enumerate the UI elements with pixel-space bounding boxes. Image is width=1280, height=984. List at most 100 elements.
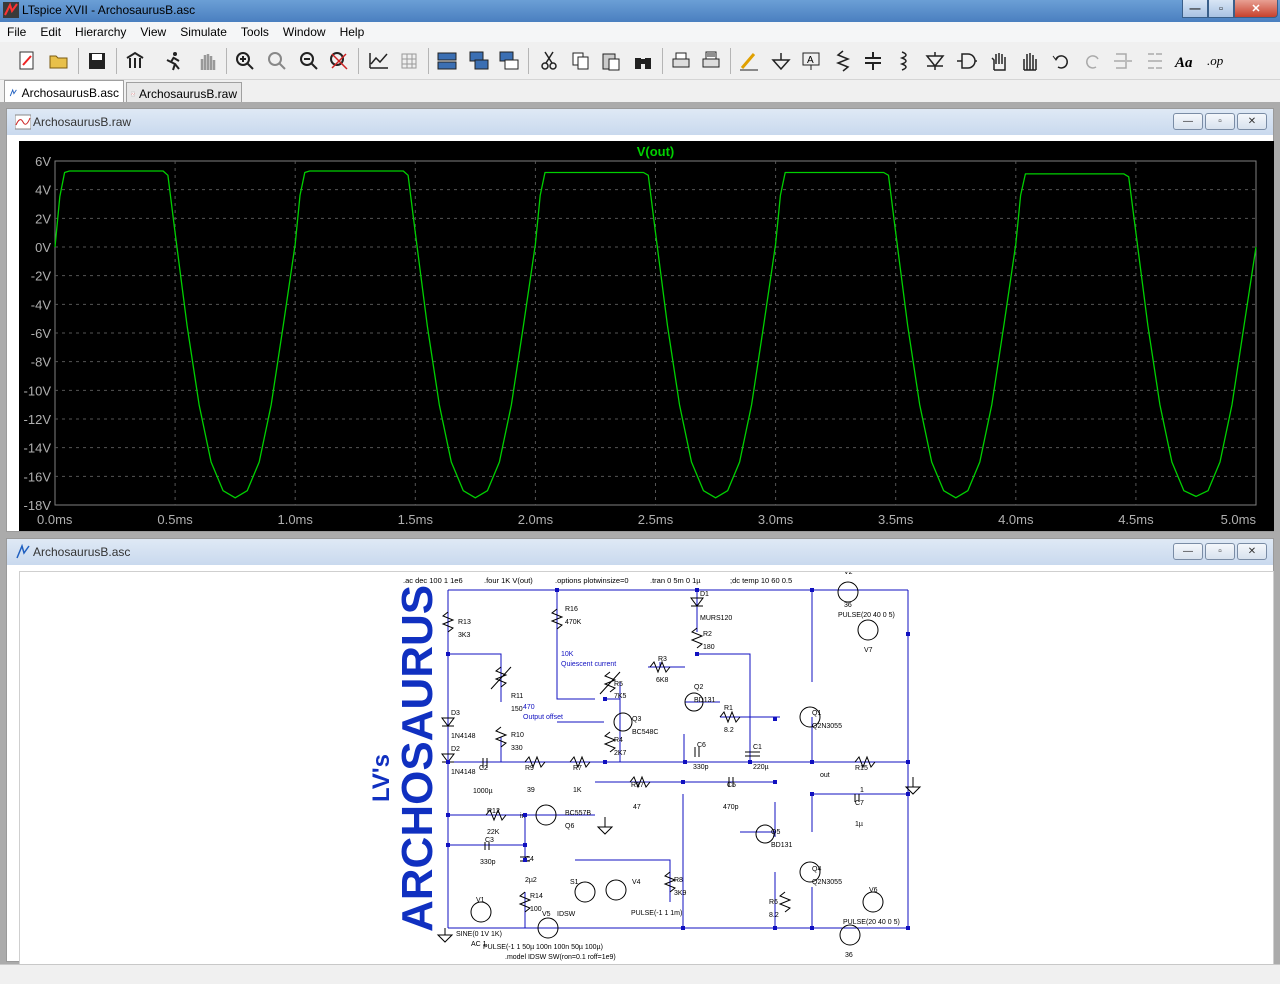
inductor-icon[interactable]	[892, 48, 918, 74]
menu-file[interactable]: File	[0, 22, 33, 42]
v7-label[interactable]: V7	[864, 647, 873, 654]
find-icon[interactable]	[630, 48, 656, 74]
diode-icon[interactable]	[922, 48, 948, 74]
halt-icon[interactable]	[194, 48, 220, 74]
d3-value[interactable]: 1N4148	[451, 733, 476, 740]
c5-value[interactable]: 470p	[723, 804, 739, 811]
save-icon[interactable]	[84, 48, 110, 74]
cascade-icon[interactable]	[466, 48, 492, 74]
zoom-in-icon[interactable]	[232, 48, 258, 74]
tab-waveform[interactable]: ArchosaurusB.raw	[126, 82, 242, 102]
schematic-minimize-button[interactable]: —	[1173, 543, 1203, 560]
v2-label[interactable]: V2	[844, 569, 853, 576]
r16-label[interactable]: R16	[565, 606, 578, 613]
new-schematic-icon[interactable]	[14, 48, 40, 74]
r2-value[interactable]: 180	[703, 644, 715, 651]
grid-icon[interactable]	[396, 48, 422, 74]
close-button[interactable]: ✕	[1234, 0, 1278, 18]
r10-value[interactable]: 330	[511, 745, 523, 752]
q3-value[interactable]: BC548C	[632, 729, 658, 736]
c6-label[interactable]: C6	[697, 742, 706, 749]
q6-label[interactable]: Q6	[565, 823, 574, 830]
q6-value[interactable]: BC557B	[565, 810, 591, 817]
annotation-quiescent[interactable]: Quiescent current	[561, 661, 616, 668]
cut-icon[interactable]	[536, 48, 562, 74]
capacitor-icon[interactable]	[860, 48, 886, 74]
annotation-10k[interactable]: 10K	[561, 651, 574, 658]
tab-schematic[interactable]: ArchosaurusB.asc	[4, 80, 124, 102]
minimize-button[interactable]: —	[1182, 0, 1208, 18]
r13-value[interactable]: 3K3	[458, 632, 471, 639]
text-icon[interactable]: Aa	[1172, 48, 1198, 74]
c7-value[interactable]: 1µ	[855, 821, 863, 828]
v4-label[interactable]: V4	[632, 879, 641, 886]
r17-value[interactable]: 47	[633, 804, 641, 811]
q5-value[interactable]: BD131	[771, 842, 793, 849]
v2-value[interactable]: 36	[844, 602, 852, 609]
component-icon[interactable]	[954, 48, 980, 74]
ground-icon[interactable]	[768, 48, 794, 74]
q2-label[interactable]: Q2	[694, 684, 703, 691]
paste-icon[interactable]	[598, 48, 624, 74]
waveform-plot[interactable]: 6V 4V 2V 0V -2V -4V -6V -8V -10V -12V -14V -16V -18V…	[19, 141, 1274, 531]
v2-pulse[interactable]: PULSE(20 40 0 5)	[838, 612, 895, 619]
d2-value[interactable]: 1N4148	[451, 769, 476, 776]
drag-icon[interactable]	[1016, 48, 1042, 74]
r4-value[interactable]: 2K7	[614, 750, 627, 757]
q3-label[interactable]: Q3	[632, 716, 641, 723]
r5-value[interactable]: 7K5	[614, 693, 627, 700]
directive-options[interactable]: .options plotwinsize=0	[555, 576, 629, 585]
copy-icon[interactable]	[568, 48, 594, 74]
menu-window[interactable]: Window	[276, 22, 333, 42]
r8-value[interactable]: 3K9	[674, 890, 687, 897]
c1-label[interactable]: C1	[753, 744, 762, 751]
schematic-close-button[interactable]: ✕	[1237, 543, 1267, 560]
zoom-fit-icon[interactable]	[326, 48, 352, 74]
directive-ac[interactable]: .ac dec 100 1 1e6	[403, 576, 463, 585]
d1-label[interactable]: D1	[700, 591, 709, 598]
directive-tran[interactable]: .tran 0 5m 0 1µ	[650, 576, 701, 585]
menu-hierarchy[interactable]: Hierarchy	[68, 22, 133, 42]
r11-label[interactable]: R11	[511, 693, 523, 700]
close-all-icon[interactable]	[496, 48, 522, 74]
r11-value[interactable]: 150	[511, 706, 523, 713]
c2-value[interactable]: 1000µ	[473, 788, 493, 795]
c3-value[interactable]: 330p	[480, 859, 496, 866]
annotation-output-offset[interactable]: Output offset	[523, 714, 563, 721]
out-net-label[interactable]: out	[820, 772, 830, 779]
v3-value[interactable]: 36	[845, 952, 853, 959]
r4-label[interactable]: R4	[614, 737, 623, 744]
menu-edit[interactable]: Edit	[33, 22, 68, 42]
open-icon[interactable]	[46, 48, 72, 74]
r6-label[interactable]: R6	[769, 899, 778, 906]
r6-value[interactable]: 8.2	[769, 912, 779, 919]
move-icon[interactable]	[986, 48, 1012, 74]
c5-label[interactable]: C5	[727, 782, 736, 789]
q2-value[interactable]: BD131	[694, 697, 716, 704]
menu-simulate[interactable]: Simulate	[173, 22, 234, 42]
c1-value[interactable]: 220µ	[753, 764, 769, 771]
zoom-pan-icon[interactable]	[264, 48, 290, 74]
print-icon[interactable]	[668, 48, 694, 74]
label-net-icon[interactable]: A	[798, 48, 824, 74]
undo-icon[interactable]	[1048, 48, 1074, 74]
r2-label[interactable]: R2	[703, 631, 712, 638]
directive-four[interactable]: .four 1K V(out)	[484, 576, 533, 585]
c7-label[interactable]: C7	[855, 800, 864, 807]
maximize-button[interactable]: ▫	[1208, 0, 1234, 18]
c4-value[interactable]: 2µ2	[525, 877, 537, 884]
idsw-label[interactable]: IDSW	[557, 911, 576, 918]
r12-value[interactable]: 22K	[487, 829, 500, 836]
r5-label[interactable]: R5	[614, 681, 623, 688]
menu-view[interactable]: View	[133, 22, 173, 42]
r13-label[interactable]: R13	[458, 619, 471, 626]
directive-dc[interactable]: ;dc temp 10 60 0.5	[730, 576, 792, 585]
r10-label[interactable]: R10	[511, 732, 524, 739]
schematic-drawing[interactable]: .ac dec 100 1 1e6 .four 1K V(out) .optio…	[20, 569, 1275, 968]
print-preview-icon[interactable]	[698, 48, 724, 74]
r8-label[interactable]: R8	[674, 877, 683, 884]
schematic-restore-button[interactable]: ▫	[1205, 543, 1235, 560]
r1-value[interactable]: 8.2	[724, 727, 734, 734]
tile-horizontal-icon[interactable]	[434, 48, 460, 74]
run-icon[interactable]	[160, 48, 186, 74]
